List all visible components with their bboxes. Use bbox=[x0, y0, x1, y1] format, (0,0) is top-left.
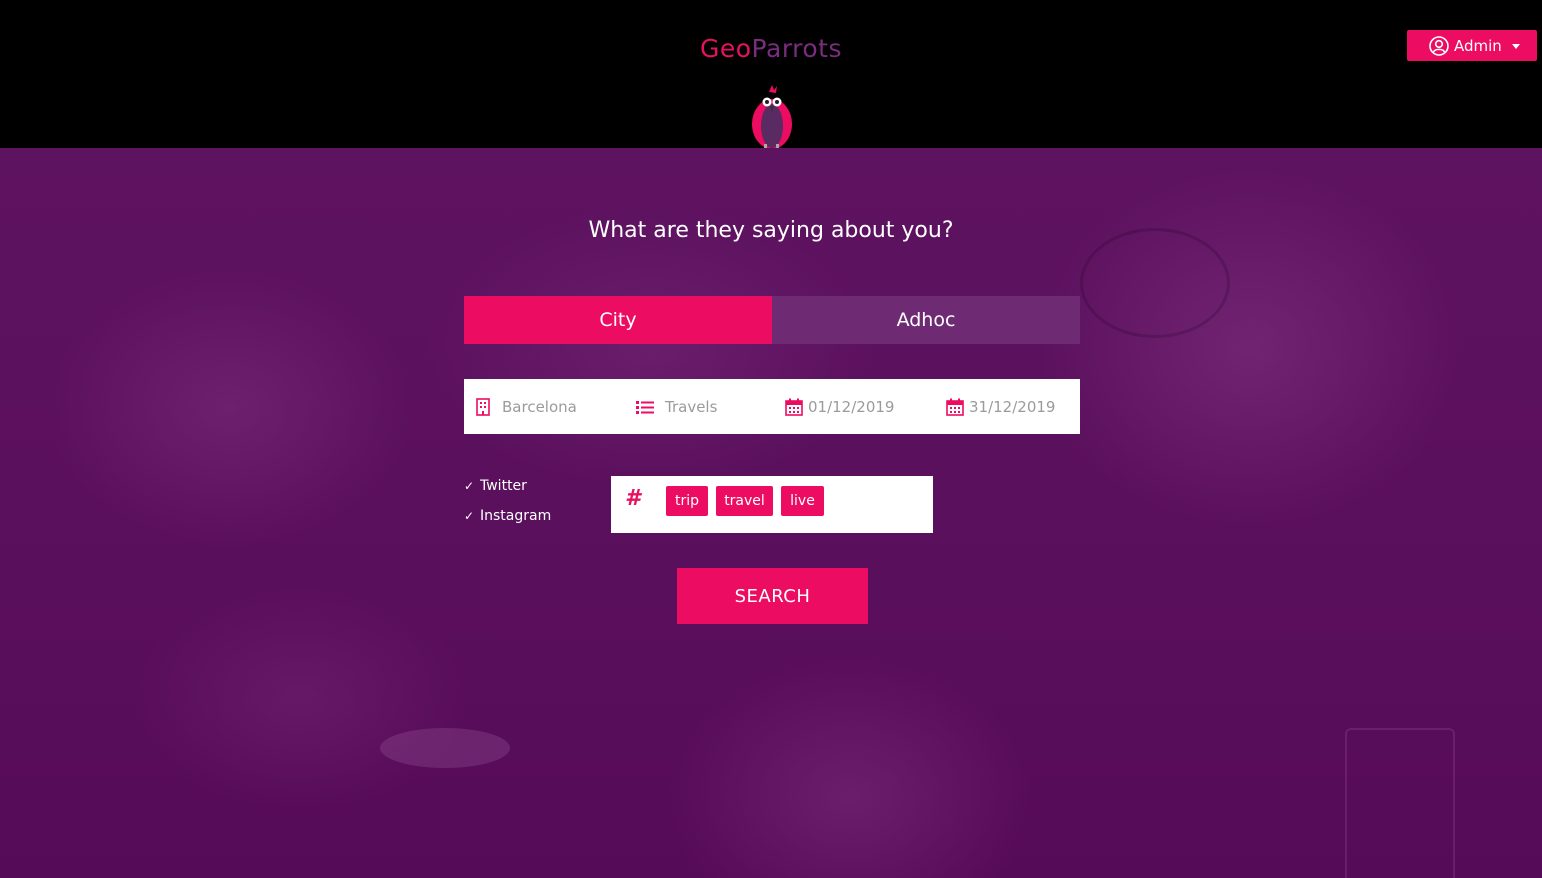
user-menu-button[interactable]: Admin bbox=[1407, 30, 1537, 61]
calendar-icon bbox=[946, 398, 964, 416]
hashtag-chip[interactable]: travel bbox=[716, 486, 773, 516]
brand-geo: Geo bbox=[699, 34, 752, 63]
user-circle-icon bbox=[1429, 36, 1449, 56]
start-date-value: 01/12/2019 bbox=[808, 397, 895, 416]
network-twitter-checkbox[interactable]: ✓ Twitter bbox=[464, 471, 551, 501]
parrot-logo-icon bbox=[752, 85, 792, 149]
network-label: Instagram bbox=[480, 508, 552, 524]
network-options: ✓ Twitter ✓ Instagram bbox=[464, 471, 551, 531]
hashtag-icon: # bbox=[625, 486, 641, 511]
building-icon bbox=[476, 397, 490, 416]
end-date-field[interactable]: 31/12/2019 bbox=[946, 379, 1076, 434]
mode-tabs: City Adhoc bbox=[464, 296, 1080, 344]
search-button[interactable]: SEARCH bbox=[677, 568, 868, 624]
tab-adhoc[interactable]: Adhoc bbox=[772, 296, 1080, 344]
network-instagram-checkbox[interactable]: ✓ Instagram bbox=[464, 501, 551, 531]
app-title: GeoParrots bbox=[0, 34, 1542, 63]
start-date-field[interactable]: 01/12/2019 bbox=[785, 379, 935, 434]
background-decoration bbox=[1345, 728, 1455, 878]
chevron-down-icon bbox=[1511, 44, 1520, 49]
network-label: Twitter bbox=[480, 478, 527, 494]
hashtag-input[interactable]: # trip travel live bbox=[611, 476, 933, 533]
hashtag-chip[interactable]: live bbox=[781, 486, 824, 516]
top-bar: GeoParrots Admin bbox=[0, 0, 1542, 149]
background-decoration bbox=[380, 728, 510, 768]
end-date-value: 31/12/2019 bbox=[969, 397, 1056, 416]
tab-city[interactable]: City bbox=[464, 296, 772, 344]
check-icon: ✓ bbox=[464, 509, 475, 523]
brand-parrots: Parrots bbox=[751, 34, 843, 63]
background-decoration bbox=[1080, 228, 1230, 338]
city-field[interactable]: Barcelona bbox=[474, 379, 624, 434]
search-filters-bar: Barcelona Travels 01/12/2019 31/12/2019 bbox=[464, 379, 1080, 434]
hashtag-chip[interactable]: trip bbox=[666, 486, 708, 516]
city-value: Barcelona bbox=[502, 397, 577, 416]
page-headline: What are they saying about you? bbox=[588, 218, 954, 243]
category-field[interactable]: Travels bbox=[635, 379, 775, 434]
check-icon: ✓ bbox=[464, 479, 475, 493]
user-menu-label: Admin bbox=[1454, 36, 1502, 55]
calendar-icon bbox=[785, 398, 803, 416]
category-value: Travels bbox=[665, 397, 718, 416]
list-icon bbox=[636, 400, 654, 414]
